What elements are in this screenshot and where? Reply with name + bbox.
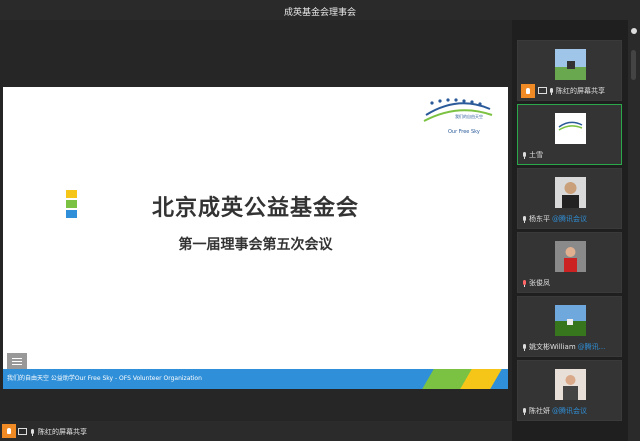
participant-name: 杨东平 (529, 215, 550, 223)
sharer-label: 陈红的屏幕共享 (38, 428, 87, 436)
participant-thumbnail (555, 305, 586, 336)
slide-title: 北京成英公益基金会 (151, 196, 359, 221)
participant-name: 土雪 (529, 151, 543, 159)
slide-subtitle: 第一届理事会第五次会议 (178, 237, 333, 253)
participant-tag: @腾讯会议 (552, 215, 587, 223)
participant-tile[interactable]: 姚文彬William @腾讯... (517, 296, 622, 357)
participant-thumbnail (555, 177, 586, 208)
shared-screen-area: Our Free Sky 我们的自由天空 北京成英公益基金会 第一届理事会第五次… (0, 20, 512, 421)
mic-icon (522, 343, 527, 351)
side-scrollbar[interactable] (628, 20, 640, 441)
slide-menu-button[interactable] (7, 353, 27, 369)
bottom-bar: 陈红的屏幕共享 (0, 421, 512, 441)
participant-list: 陈红的屏幕共享 土雪 杨东平 @腾讯会议 张俊凤 姚文彬William @腾讯.… (512, 20, 628, 441)
footer-text: 我们的自由天空 公益助学Our Free Sky - OFS Volunteer… (7, 375, 202, 382)
window-title: 成英基金会理事会 (283, 8, 356, 18)
logo-caption: 我们的自由天空 (455, 114, 483, 119)
participant-name: 张俊凤 (529, 279, 550, 287)
scroll-thumb[interactable] (631, 50, 636, 80)
share-screen-icon (521, 84, 535, 98)
mic-icon (522, 215, 527, 223)
mic-icon (549, 87, 554, 95)
participant-thumbnail (555, 113, 586, 144)
participant-tag: @腾讯会议 (552, 407, 587, 415)
screen-share-icon (538, 86, 547, 94)
mic-icon[interactable] (30, 428, 35, 436)
participant-thumbnail (555, 241, 586, 272)
participant-tile[interactable]: 陈社妍 @腾讯会议 (517, 360, 622, 421)
mic-icon (522, 407, 527, 415)
participant-tag: @腾讯... (577, 343, 606, 351)
user-icon[interactable] (631, 28, 637, 34)
screen-share-icon (18, 427, 27, 435)
svg-text:Our Free Sky: Our Free Sky (448, 129, 480, 135)
participant-tile[interactable]: 张俊凤 (517, 232, 622, 293)
slide-footer: 我们的自由天空 公益助学Our Free Sky - OFS Volunteer… (3, 369, 508, 389)
presentation-slide: Our Free Sky 我们的自由天空 北京成英公益基金会 第一届理事会第五次… (3, 87, 508, 389)
mic-icon (522, 151, 527, 159)
participant-name: 陈红的屏幕共享 (556, 87, 605, 95)
participant-thumbnail (555, 49, 586, 80)
participant-tile[interactable]: 陈红的屏幕共享 (517, 40, 622, 101)
mic-muted-icon (522, 279, 527, 287)
participant-tile[interactable]: 杨东平 @腾讯会议 (517, 168, 622, 229)
participant-thumbnail (555, 369, 586, 400)
participant-name: 姚文彬William (529, 343, 576, 351)
participant-name: 陈社妍 (529, 407, 550, 415)
share-screen-icon[interactable] (2, 424, 16, 438)
title-bar: 成英基金会理事会 (0, 0, 640, 20)
participant-tile[interactable]: 土雪 (517, 104, 622, 165)
